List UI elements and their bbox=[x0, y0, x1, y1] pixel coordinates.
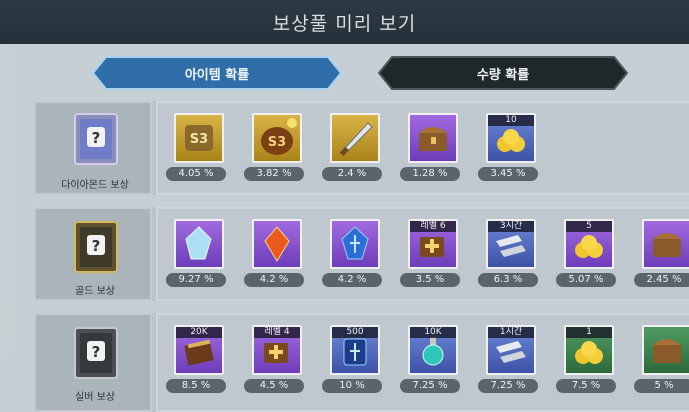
row-label: 다이아몬드 보상 bbox=[61, 180, 129, 191]
gold-coins-icon: 1 bbox=[564, 325, 614, 375]
s3-pouch-icon: S3 bbox=[252, 113, 302, 163]
percent-label: 7.25 % bbox=[400, 379, 460, 393]
title-bar: 보상풀 미리 보기 bbox=[0, 0, 689, 44]
percent-label: 10 % bbox=[322, 379, 382, 393]
percent-label: 2.45 % bbox=[634, 273, 689, 287]
silver-mystery-card-icon: ? bbox=[74, 327, 118, 379]
speedup-icon: 1시간 bbox=[486, 325, 536, 375]
level-badge: 레벨 6 bbox=[410, 221, 456, 232]
gold-coins-icon: 5 bbox=[564, 219, 614, 269]
percent-label: 8.5 % bbox=[166, 379, 226, 393]
row-header: ? 다이아몬드 보상 bbox=[34, 101, 152, 195]
row-header: ? 실버 보상 bbox=[34, 313, 152, 412]
svg-text:?: ? bbox=[92, 129, 101, 147]
tab-item-probability[interactable]: 아이템 확률 bbox=[92, 56, 342, 90]
percent-label: 3.45 % bbox=[478, 167, 538, 181]
percent-label: 7.5 % bbox=[556, 379, 616, 393]
fire-gem-icon bbox=[252, 219, 302, 269]
percent-label: 6.3 % bbox=[478, 273, 538, 287]
percent-label: 3.82 % bbox=[244, 167, 304, 181]
duration-badge: 1시간 bbox=[488, 327, 534, 338]
row-label: 실버 보상 bbox=[75, 392, 115, 403]
svg-text:S3: S3 bbox=[268, 135, 286, 150]
svg-text:?: ? bbox=[92, 343, 101, 361]
quantity-badge: 500 bbox=[332, 327, 378, 338]
treasure-chest-icon bbox=[642, 325, 689, 375]
percent-label: 4.5 % bbox=[244, 379, 304, 393]
percent-label: 3.5 % bbox=[400, 273, 460, 287]
reward-row-silver: ? 실버 보상 20K 8.5 % 레벨 4 4.5 % 500 10 % 10… bbox=[34, 313, 689, 412]
potion-icon: 10K bbox=[408, 325, 458, 375]
crystal-icon bbox=[174, 219, 224, 269]
percent-label: 4.05 % bbox=[166, 167, 226, 181]
quantity-badge: 20K bbox=[176, 327, 222, 338]
quantity-badge: 5 bbox=[566, 221, 612, 232]
svg-text:S3: S3 bbox=[190, 132, 208, 147]
diamond-mystery-card-icon: ? bbox=[74, 113, 118, 165]
quantity-badge: 10K bbox=[410, 327, 456, 338]
book-icon: 20K bbox=[174, 325, 224, 375]
quantity-badge: 1 bbox=[566, 327, 612, 338]
percent-label: 5 % bbox=[634, 379, 689, 393]
quantity-badge: 10 bbox=[488, 115, 534, 126]
percent-label: 4.2 % bbox=[322, 273, 382, 287]
level-badge: 레벨 4 bbox=[254, 327, 300, 338]
svg-text:?: ? bbox=[92, 237, 101, 255]
reward-row-diamond: ? 다이아몬드 보상 S3 4.05 % S3 3.82 % 2.4 % 1.2… bbox=[34, 101, 689, 195]
percent-label: 1.28 % bbox=[400, 167, 460, 181]
row-items: 20K 8.5 % 레벨 4 4.5 % 500 10 % 10K 7.25 % bbox=[156, 313, 689, 412]
row-items: 9.27 % 4.2 % 4.2 % 레벨 6 3.5 % 3시간 6.3 % … bbox=[156, 207, 689, 301]
percent-label: 4.2 % bbox=[244, 273, 304, 287]
gold-coins-icon: 10 bbox=[486, 113, 536, 163]
gold-mystery-card-icon: ? bbox=[74, 221, 118, 273]
treasure-chest-icon bbox=[642, 219, 689, 269]
percent-label: 2.4 % bbox=[322, 167, 382, 181]
dagger-icon bbox=[330, 113, 380, 163]
speedup-icon: 3시간 bbox=[486, 219, 536, 269]
tab-label: 아이템 확률 bbox=[184, 67, 250, 83]
rune-scroll-icon: 500 bbox=[330, 325, 380, 375]
row-label: 골드 보상 bbox=[75, 286, 115, 297]
tab-quantity-probability[interactable]: 수량 확률 bbox=[378, 56, 628, 90]
row-items: S3 4.05 % S3 3.82 % 2.4 % 1.28 % 10 3.45… bbox=[156, 101, 689, 195]
percent-label: 5.07 % bbox=[556, 273, 616, 287]
percent-label: 7.25 % bbox=[478, 379, 538, 393]
level-chest-icon: 레벨 6 bbox=[408, 219, 458, 269]
page-title: 보상풀 미리 보기 bbox=[272, 12, 417, 35]
treasure-chest-icon bbox=[408, 113, 458, 163]
level-chest-icon: 레벨 4 bbox=[252, 325, 302, 375]
percent-label: 9.27 % bbox=[166, 273, 226, 287]
s3-token-icon: S3 bbox=[174, 113, 224, 163]
reward-row-gold: ? 골드 보상 9.27 % 4.2 % 4.2 % 레벨 6 3.5 % 3시… bbox=[34, 207, 689, 301]
tab-label: 수량 확률 bbox=[476, 67, 530, 83]
duration-badge: 3시간 bbox=[488, 221, 534, 232]
rune-gem-icon bbox=[330, 219, 380, 269]
row-header: ? 골드 보상 bbox=[34, 207, 152, 301]
